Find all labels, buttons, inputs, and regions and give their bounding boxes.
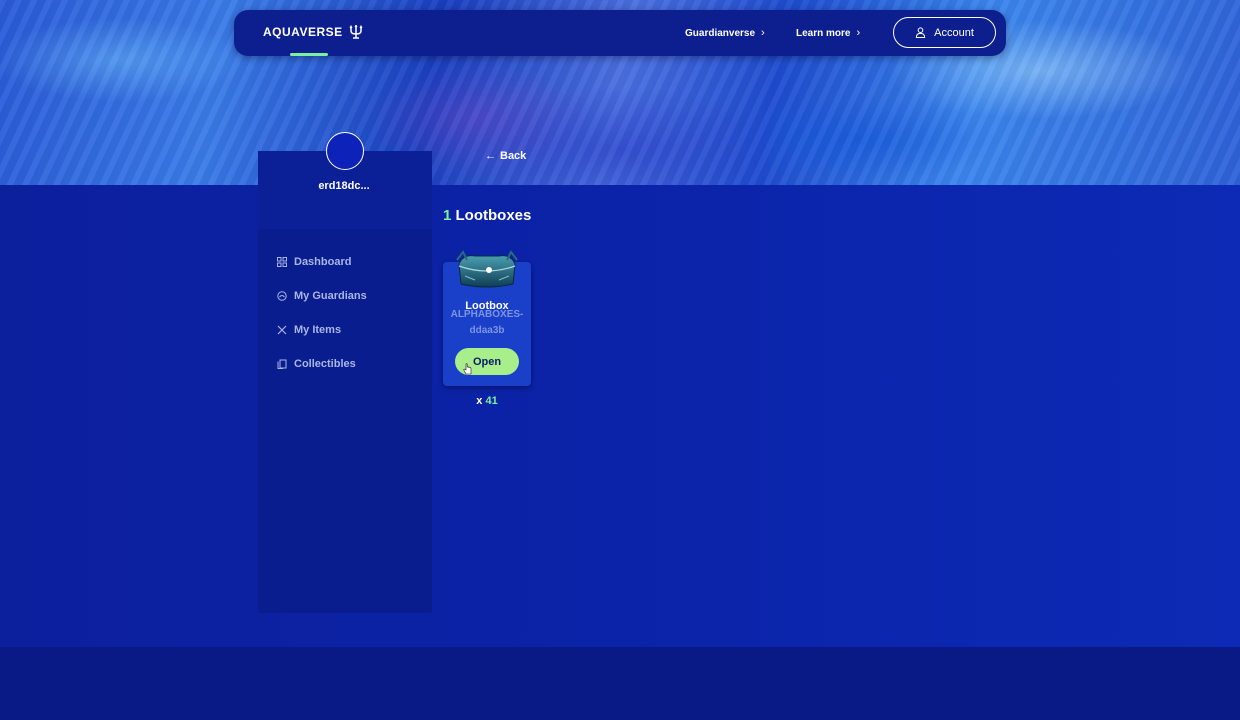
footer-band <box>0 647 1240 720</box>
sidebar-item-my-guardians[interactable]: My Guardians <box>277 290 367 302</box>
sidebar-item-label: My Items <box>294 324 342 336</box>
hand-cursor-icon <box>463 363 472 375</box>
sidebar <box>258 151 432 613</box>
nav-guardianverse-label: Guardianverse <box>685 27 756 39</box>
chevron-right-icon: › <box>761 27 765 39</box>
grid-icon <box>277 257 287 267</box>
sidebar-item-collectibles[interactable]: Collectibles <box>277 358 356 370</box>
top-navbar: AQUAVERSE Guardianverse › Learn more › A… <box>234 10 1006 56</box>
nav-learn-more-label: Learn more <box>796 27 851 39</box>
user-icon <box>915 27 926 38</box>
nav-learn-more[interactable]: Learn more › <box>796 27 860 39</box>
page-title-text: Lootboxes <box>455 207 532 224</box>
chevron-right-icon: › <box>856 27 861 39</box>
sidebar-item-label: Dashboard <box>294 256 352 268</box>
lootbox-count: 1 <box>443 207 452 224</box>
active-nav-indicator <box>290 53 328 56</box>
crossed-swords-icon <box>277 325 287 335</box>
cards-icon <box>277 359 287 369</box>
trident-icon <box>349 25 363 39</box>
back-label: Back <box>500 150 527 162</box>
logo-text: AQUAVERSE <box>263 25 343 39</box>
arrow-left-icon: ← <box>485 150 496 162</box>
sidebar-item-dashboard[interactable]: Dashboard <box>277 256 351 268</box>
back-button[interactable]: ← Back <box>485 150 526 162</box>
page-title: 1 Lootboxes <box>443 207 531 224</box>
logo[interactable]: AQUAVERSE <box>263 25 363 39</box>
lootbox-chest-image <box>456 250 518 288</box>
open-label: Open <box>472 355 502 368</box>
guardian-icon <box>277 291 287 301</box>
main-background <box>0 185 1240 647</box>
sidebar-item-label: My Guardians <box>294 290 367 302</box>
account-button[interactable]: Account <box>893 17 996 48</box>
lootbox-name: Lootbox <box>465 300 509 312</box>
sidebar-item-label: Collectibles <box>294 358 356 370</box>
lootbox-quantity: x 41 <box>443 395 531 407</box>
username: erd18dc... <box>318 180 370 192</box>
account-label: Account <box>934 26 974 39</box>
nav-guardianverse[interactable]: Guardianverse › <box>685 27 765 39</box>
sidebar-item-my-items[interactable]: My Items <box>277 324 341 336</box>
quantity-prefix: x <box>476 395 483 407</box>
quantity-value: 41 <box>485 395 498 407</box>
avatar[interactable] <box>326 132 364 170</box>
